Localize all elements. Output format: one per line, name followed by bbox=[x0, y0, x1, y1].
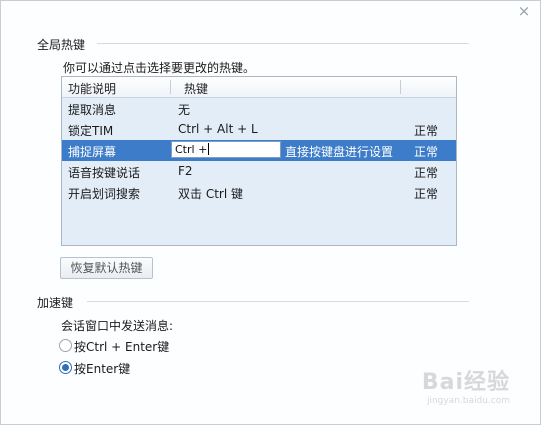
row-status: 正常 bbox=[414, 145, 439, 159]
table-row[interactable]: 开启划词搜索 双击 Ctrl 键 正常 bbox=[62, 182, 456, 203]
restore-default-hotkeys-button[interactable]: 恢复默认热键 bbox=[60, 257, 153, 279]
column-header-hotkey[interactable]: 热键 bbox=[184, 80, 208, 97]
row-function: 捕捉屏幕 bbox=[68, 145, 117, 159]
row-status: 正常 bbox=[414, 124, 439, 138]
accelerator-title: 加速键 bbox=[37, 296, 74, 310]
row-function: 语音按键说话 bbox=[68, 166, 141, 180]
row-hotkey: 无 bbox=[178, 103, 191, 117]
hotkey-input-value: Ctrl + bbox=[175, 143, 208, 156]
hotkey-settings-window: × 全局热键 你可以通过点击选择要更改的热键。 功能说明 热键 提取消息 无 锁… bbox=[0, 0, 541, 425]
hotkey-input[interactable]: Ctrl + bbox=[171, 141, 281, 158]
table-header: 功能说明 热键 bbox=[62, 77, 456, 98]
hotkey-table: 功能说明 热键 提取消息 无 锁定TIM Ctrl + Alt + L 正常 捕… bbox=[61, 76, 457, 246]
row-hotkey: F2 bbox=[178, 164, 193, 178]
close-icon[interactable]: × bbox=[516, 3, 532, 19]
table-row[interactable]: 锁定TIM Ctrl + Alt + L 正常 bbox=[62, 119, 456, 140]
table-row-selected[interactable]: 捕捉屏幕 Ctrl + 直接按键盘进行设置 正常 bbox=[62, 140, 456, 161]
radio-button-checked-icon[interactable] bbox=[59, 361, 72, 374]
section-divider bbox=[97, 43, 469, 44]
row-function: 开启划词搜索 bbox=[68, 187, 141, 201]
row-hotkey: Ctrl + Alt + L bbox=[178, 122, 258, 136]
column-divider[interactable] bbox=[170, 80, 171, 94]
row-status: 正常 bbox=[414, 187, 439, 201]
global-hotkeys-title: 全局热键 bbox=[37, 38, 86, 52]
row-status: 正常 bbox=[414, 166, 439, 180]
hotkeys-hint: 你可以通过点击选择要更改的热键。 bbox=[63, 61, 256, 75]
column-divider[interactable] bbox=[400, 80, 401, 94]
section-divider bbox=[87, 301, 469, 302]
column-header-function[interactable]: 功能说明 bbox=[68, 80, 116, 97]
text-caret bbox=[208, 143, 210, 155]
watermark-text: Bai经验 bbox=[421, 370, 510, 395]
row-hotkey: 双击 Ctrl 键 bbox=[178, 187, 243, 201]
watermark-sub: jingyan.baidu.com bbox=[426, 396, 510, 406]
send-message-label: 会话窗口中发送消息: bbox=[61, 319, 174, 333]
baidu-watermark: Bai经验 jingyan.baidu.com bbox=[422, 364, 510, 406]
radio-label[interactable]: 按Ctrl + Enter键 bbox=[74, 338, 169, 355]
table-row[interactable]: 语音按键说话 F2 正常 bbox=[62, 161, 456, 182]
row-function: 锁定TIM bbox=[68, 124, 114, 138]
radio-label[interactable]: 按Enter键 bbox=[74, 360, 130, 377]
radio-button-icon[interactable] bbox=[59, 339, 72, 352]
row-function: 提取消息 bbox=[68, 103, 117, 117]
row-edit-hint: 直接按键盘进行设置 bbox=[285, 145, 394, 159]
table-row[interactable]: 提取消息 无 bbox=[62, 98, 456, 119]
